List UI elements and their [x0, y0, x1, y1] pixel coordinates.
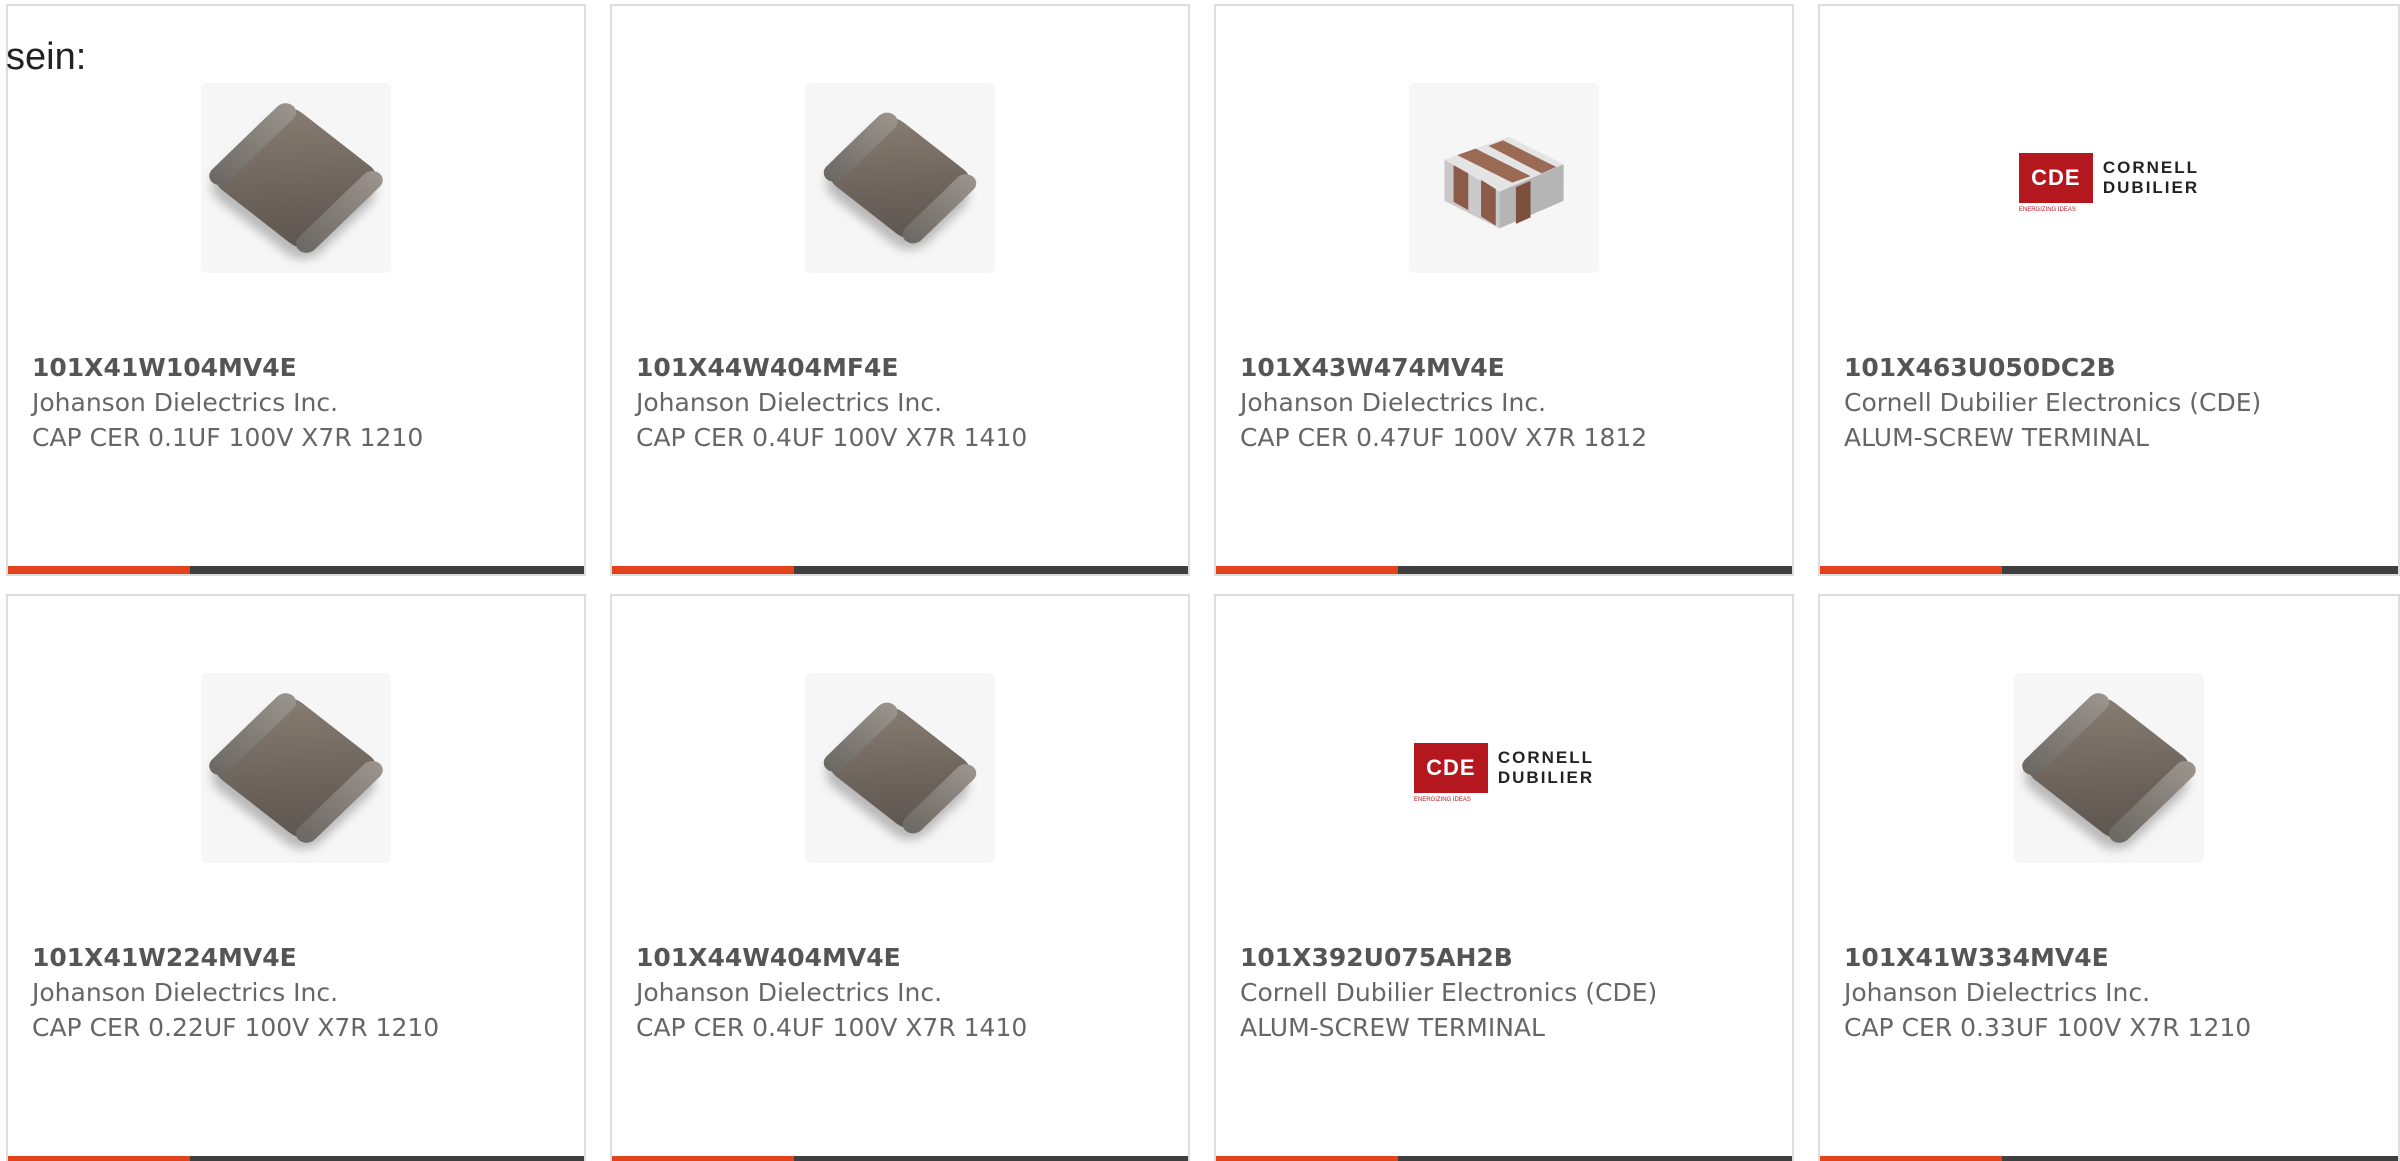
card-footer-bar	[1820, 1156, 2398, 1161]
logo-line-1: CORNELL	[1497, 748, 1595, 767]
logo-tagline: ENERGIZING IDEAS	[2018, 207, 2076, 213]
part-number-link[interactable]: 101X44W404MF4E	[636, 350, 1178, 385]
product-card[interactable]: CDE ENERGIZING IDEAS CORNELL DUBILIER 101…	[1818, 4, 2400, 576]
card-accent-bar	[1216, 1156, 1398, 1161]
card-accent-bar	[1820, 566, 2002, 574]
card-footer-bar	[1216, 566, 1792, 574]
mlcc-block-image	[1409, 83, 1599, 273]
intro-text: sein:	[6, 36, 87, 78]
description-label: CAP CER 0.47UF 100V X7R 1812	[1240, 423, 1648, 452]
part-number-link[interactable]: 101X43W474MV4E	[1240, 350, 1782, 385]
card-footer-bar	[612, 1156, 1188, 1161]
product-image[interactable]: CDE ENERGIZING IDEAS CORNELL DUBILIER	[1399, 668, 1609, 868]
manufacturer-label: Cornell Dubilier Electronics (CDE)	[1844, 388, 2262, 417]
logo-tagline: ENERGIZING IDEAS	[1413, 797, 1471, 803]
logo-line-2: DUBILIER	[2102, 178, 2200, 197]
mlcc-chip-image	[201, 83, 391, 273]
product-image[interactable]	[1399, 78, 1609, 278]
card-footer-bar	[1216, 1156, 1792, 1161]
card-accent-bar	[1216, 566, 1398, 574]
part-number-link[interactable]: 101X41W334MV4E	[1844, 940, 2388, 975]
product-card[interactable]: 101X43W474MV4E Johanson Dielectrics Inc.…	[1214, 4, 1794, 576]
logo-line-2: DUBILIER	[1497, 768, 1595, 787]
cde-logo-image: CDE ENERGIZING IDEAS CORNELL DUBILIER	[2018, 153, 2200, 213]
card-accent-bar	[612, 566, 794, 574]
mlcc-chip-image	[201, 673, 391, 863]
product-image[interactable]	[2004, 668, 2214, 868]
manufacturer-label: Johanson Dielectrics Inc.	[32, 388, 339, 417]
description-label: CAP CER 0.1UF 100V X7R 1210	[32, 423, 424, 452]
part-number-link[interactable]: 101X44W404MV4E	[636, 940, 1178, 975]
description-label: ALUM-SCREW TERMINAL	[1844, 423, 2149, 452]
card-footer-bar	[8, 566, 584, 574]
mlcc-chip-image	[805, 673, 995, 863]
product-card[interactable]: 101X44W404MF4E Johanson Dielectrics Inc.…	[610, 4, 1190, 576]
product-card[interactable]: CDE ENERGIZING IDEAS CORNELL DUBILIER 101…	[1214, 594, 1794, 1161]
card-footer-bar	[8, 1156, 584, 1161]
manufacturer-label: Cornell Dubilier Electronics (CDE)	[1240, 978, 1658, 1007]
logo-mark: CDE	[2031, 165, 2081, 190]
logo-mark: CDE	[1426, 755, 1476, 780]
product-image[interactable]	[795, 668, 1005, 868]
manufacturer-label: Johanson Dielectrics Inc.	[1844, 978, 2151, 1007]
card-accent-bar	[8, 1156, 190, 1161]
product-image[interactable]	[191, 668, 401, 868]
part-number-link[interactable]: 101X41W104MV4E	[32, 350, 574, 385]
part-number-link[interactable]: 101X463U050DC2B	[1844, 350, 2388, 385]
description-label: ALUM-SCREW TERMINAL	[1240, 1013, 1545, 1042]
description-label: CAP CER 0.4UF 100V X7R 1410	[636, 423, 1028, 452]
product-image[interactable]	[795, 78, 1005, 278]
manufacturer-label: Johanson Dielectrics Inc.	[32, 978, 339, 1007]
product-card[interactable]: 101X41W334MV4E Johanson Dielectrics Inc.…	[1818, 594, 2400, 1161]
manufacturer-label: Johanson Dielectrics Inc.	[636, 978, 943, 1007]
description-label: CAP CER 0.4UF 100V X7R 1410	[636, 1013, 1028, 1042]
cde-logo-image: CDE ENERGIZING IDEAS CORNELL DUBILIER	[1413, 743, 1595, 803]
card-accent-bar	[8, 566, 190, 574]
card-footer-bar	[612, 566, 1188, 574]
product-card[interactable]: 101X44W404MV4E Johanson Dielectrics Inc.…	[610, 594, 1190, 1161]
description-label: CAP CER 0.22UF 100V X7R 1210	[32, 1013, 440, 1042]
product-image[interactable]: CDE ENERGIZING IDEAS CORNELL DUBILIER	[2004, 78, 2214, 278]
card-accent-bar	[1820, 1156, 2002, 1161]
manufacturer-label: Johanson Dielectrics Inc.	[1240, 388, 1547, 417]
card-footer-bar	[1820, 566, 2398, 574]
product-card[interactable]: 101X41W104MV4E Johanson Dielectrics Inc.…	[6, 4, 586, 576]
card-accent-bar	[612, 1156, 794, 1161]
part-number-link[interactable]: 101X392U075AH2B	[1240, 940, 1782, 975]
mlcc-chip-image	[2014, 673, 2204, 863]
product-card[interactable]: 101X41W224MV4E Johanson Dielectrics Inc.…	[6, 594, 586, 1161]
product-image[interactable]	[191, 78, 401, 278]
product-grid: 101X41W104MV4E Johanson Dielectrics Inc.…	[6, 4, 2400, 1161]
description-label: CAP CER 0.33UF 100V X7R 1210	[1844, 1013, 2252, 1042]
part-number-link[interactable]: 101X41W224MV4E	[32, 940, 574, 975]
logo-line-1: CORNELL	[2102, 158, 2200, 177]
mlcc-chip-image	[805, 83, 995, 273]
manufacturer-label: Johanson Dielectrics Inc.	[636, 388, 943, 417]
